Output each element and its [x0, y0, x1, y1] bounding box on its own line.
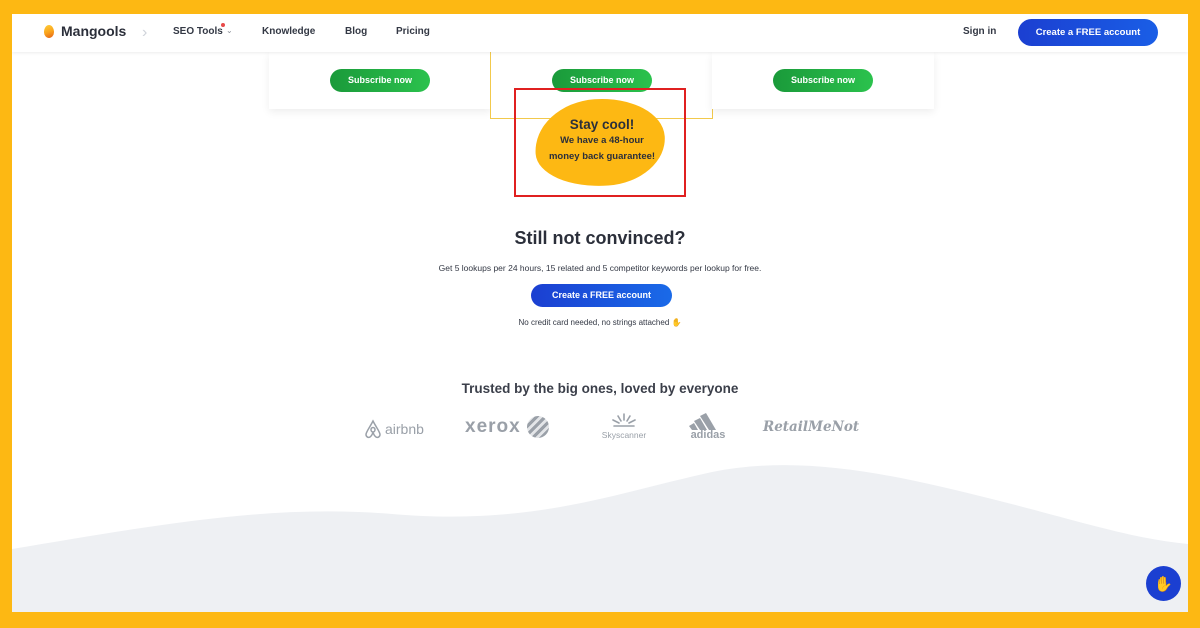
- new-indicator-dot: [221, 23, 225, 27]
- nav-item-pricing[interactable]: Pricing: [396, 26, 430, 37]
- footer-wave: [12, 465, 1188, 612]
- client-logos: airbnb xerox Skyscanner adidas RetailMeN…: [12, 412, 1188, 448]
- retailmenot-logo: RetailMeNot: [763, 419, 859, 435]
- trusted-title: Trusted by the big ones, loved by everyo…: [461, 381, 739, 396]
- cta-note: No credit card needed, no strings attach…: [12, 318, 1188, 327]
- cta-note-text: No credit card needed, no strings attach…: [518, 318, 670, 327]
- mango-logo-icon: [44, 24, 54, 38]
- retailmenot-wordmark: RetailMeNot: [763, 419, 860, 435]
- skyscanner-wordmark: Skyscanner: [601, 430, 647, 440]
- highlight-box: [514, 88, 686, 197]
- xerox-wordmark: xerox: [465, 416, 521, 437]
- adidas-stripes-icon: [689, 413, 716, 430]
- xerox-ball-icon: [526, 416, 549, 438]
- cta-title: Still not convinced?: [514, 228, 686, 248]
- pricing-card-left: Subscribe now: [269, 52, 491, 109]
- thumbs-up-icon: ✋: [671, 318, 682, 327]
- subscribe-button[interactable]: Subscribe now: [330, 69, 430, 92]
- nav-item-knowledge[interactable]: Knowledge: [262, 26, 315, 37]
- skyscanner-sunrise-icon: [612, 413, 636, 427]
- adidas-wordmark: adidas: [690, 429, 726, 441]
- top-navbar: Mangools › SEO Tools ⌄ Knowledge Blog Pr…: [12, 14, 1188, 52]
- nav-separator-icon: ›: [142, 24, 148, 41]
- waving-hand-icon: ✋: [1154, 575, 1173, 593]
- airbnb-wordmark: airbnb: [385, 421, 424, 437]
- logo-text: Mangools: [61, 23, 127, 39]
- create-account-button-nav[interactable]: Create a FREE account: [1018, 19, 1158, 46]
- adidas-logo: adidas: [686, 412, 730, 441]
- chat-widget-button[interactable]: ✋: [1146, 566, 1181, 601]
- chevron-down-icon[interactable]: ⌄: [226, 26, 233, 35]
- skyscanner-logo: Skyscanner: [596, 412, 652, 440]
- airbnb-logo: airbnb: [364, 419, 424, 439]
- cta-description: Get 5 lookups per 24 hours, 15 related a…: [438, 263, 762, 273]
- sign-in-link[interactable]: Sign in: [963, 26, 996, 37]
- subscribe-button[interactable]: Subscribe now: [773, 69, 873, 92]
- pricing-card-right: Subscribe now: [712, 52, 934, 109]
- logo[interactable]: Mangools: [44, 23, 126, 39]
- nav-item-blog[interactable]: Blog: [345, 26, 367, 37]
- airbnb-icon: [365, 419, 381, 439]
- nav-item-seo-tools[interactable]: SEO Tools: [173, 26, 223, 37]
- page-frame: Mangools › SEO Tools ⌄ Knowledge Blog Pr…: [12, 14, 1188, 612]
- create-account-button[interactable]: Create a FREE account: [531, 284, 672, 307]
- xerox-logo: xerox: [465, 416, 549, 438]
